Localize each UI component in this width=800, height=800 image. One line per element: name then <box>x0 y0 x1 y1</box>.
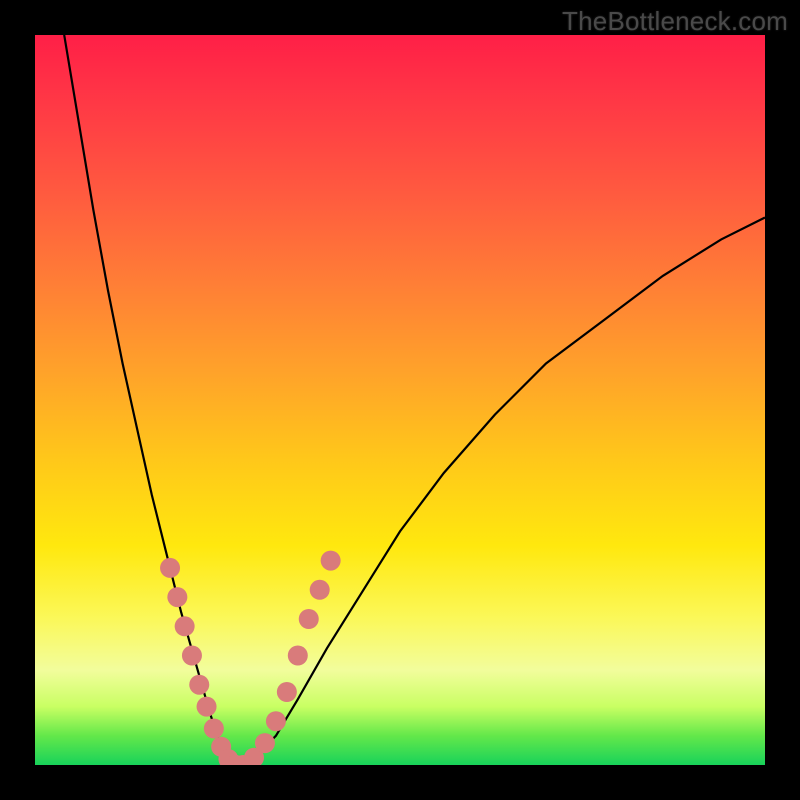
curve-marker <box>189 675 209 695</box>
curve-marker <box>321 551 341 571</box>
curve-marker <box>299 609 319 629</box>
curve-marker <box>160 558 180 578</box>
curve-marker <box>310 580 330 600</box>
curve-svg <box>35 35 765 765</box>
curve-marker <box>167 587 187 607</box>
curve-marker <box>197 697 217 717</box>
curve-marker <box>277 682 297 702</box>
curve-marker <box>255 733 275 753</box>
chart-frame: TheBottleneck.com <box>0 0 800 800</box>
curve-markers <box>160 551 341 765</box>
curve-marker <box>175 616 195 636</box>
curve-marker <box>288 646 308 666</box>
curve-marker <box>266 711 286 731</box>
watermark-text: TheBottleneck.com <box>562 6 788 37</box>
curve-marker <box>182 646 202 666</box>
plot-area <box>35 35 765 765</box>
bottleneck-curve <box>64 35 765 765</box>
curve-marker <box>204 719 224 739</box>
